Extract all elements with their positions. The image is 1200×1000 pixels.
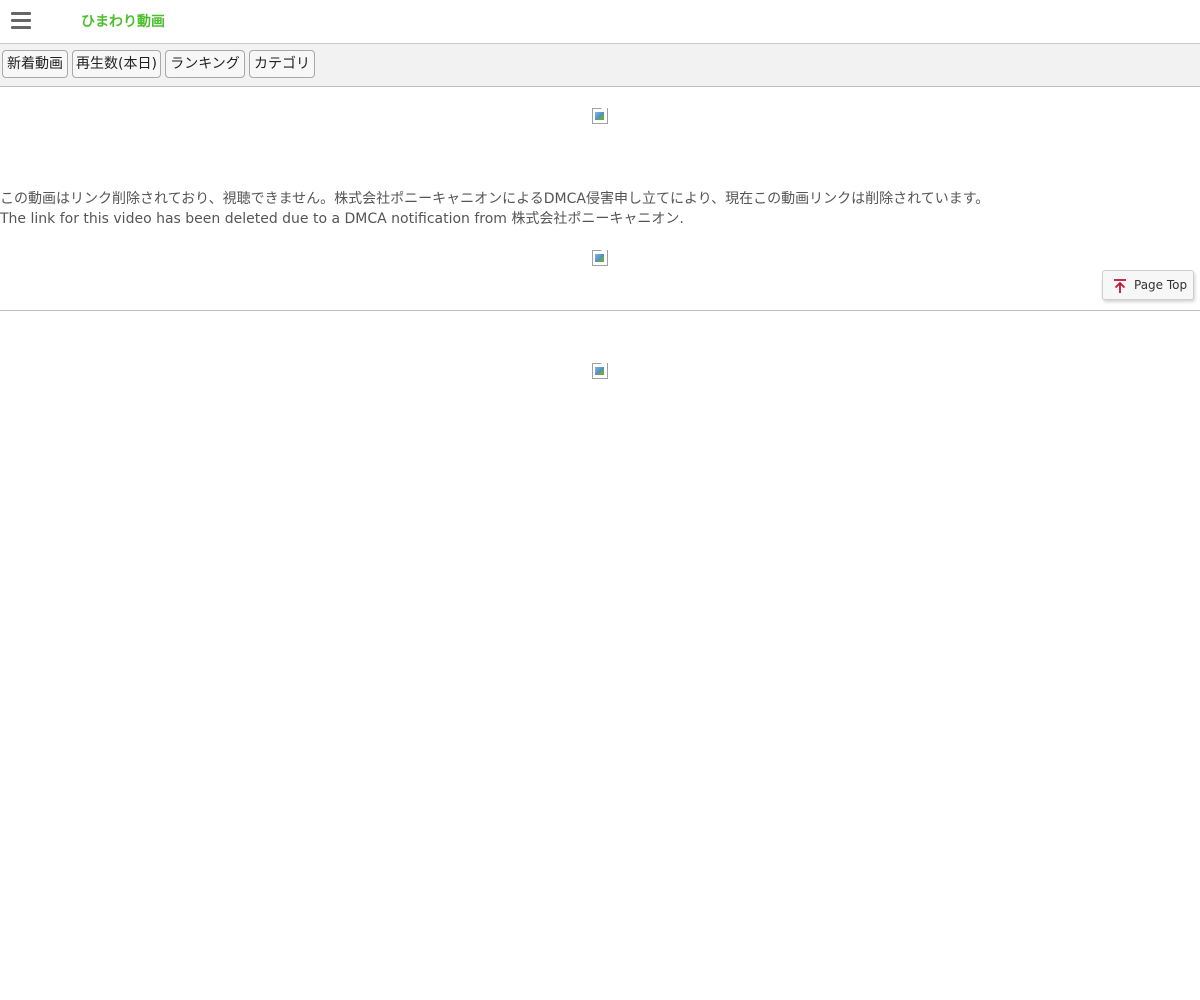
page-top-button[interactable]: Page Top bbox=[1102, 270, 1194, 300]
broken-image-icon bbox=[592, 363, 608, 379]
category-tab-bar: 新着動画 再生数(本日) ランキング カテゴリ bbox=[0, 44, 1200, 87]
section-divider bbox=[0, 310, 1200, 311]
broken-image-icon bbox=[592, 108, 608, 124]
broken-image-icon bbox=[592, 250, 608, 266]
page-top-label: Page Top bbox=[1134, 278, 1188, 292]
hamburger-menu-icon[interactable] bbox=[11, 11, 31, 31]
dmca-notice: この動画はリンク削除されており、視聴できません。株式会社ポニーキャニオンによるD… bbox=[0, 189, 1100, 229]
tab-new-videos[interactable]: 新着動画 bbox=[2, 50, 68, 78]
tab-ranking[interactable]: ランキング bbox=[165, 50, 245, 78]
dmca-notice-japanese: この動画はリンク削除されており、視聴できません。株式会社ポニーキャニオンによるD… bbox=[0, 191, 990, 207]
dmca-notice-english: The link for this video has been deleted… bbox=[0, 211, 684, 227]
arrow-up-icon bbox=[1114, 279, 1126, 293]
site-logo[interactable]: ひまわり動画 bbox=[81, 13, 165, 31]
tab-views-today[interactable]: 再生数(本日) bbox=[72, 50, 161, 78]
tab-category[interactable]: カテゴリ bbox=[249, 50, 315, 78]
site-header: ひまわり動画 bbox=[0, 0, 1200, 44]
